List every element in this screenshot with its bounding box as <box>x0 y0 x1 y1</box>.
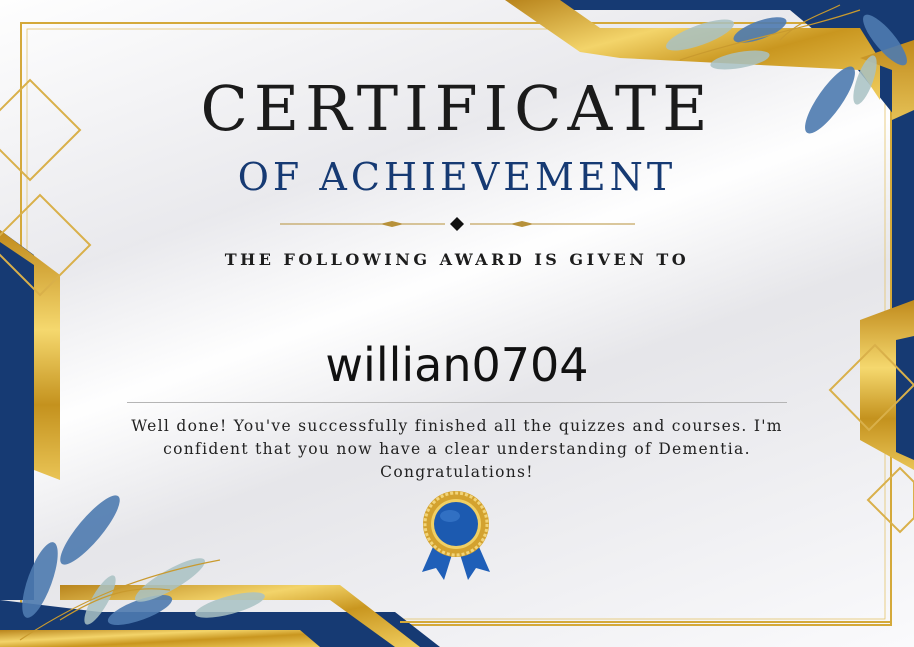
recipient-name: willian0704 <box>325 338 589 392</box>
award-ribbon-icon <box>422 491 490 580</box>
name-underline <box>127 402 787 403</box>
certificate-title: CERTIFICATE <box>200 72 714 145</box>
award-given-label: THE FOLLOWING AWARD IS GIVEN TO <box>224 250 690 269</box>
diamond-divider-icon <box>280 217 635 231</box>
certificate-subtitle: OF ACHIEVEMENT <box>237 155 677 199</box>
certificate: CERTIFICATE OF ACHIEVEMENT THE FOLLOWING… <box>0 0 914 647</box>
congratulations-message: Well done! You've successfully finished … <box>131 417 783 481</box>
